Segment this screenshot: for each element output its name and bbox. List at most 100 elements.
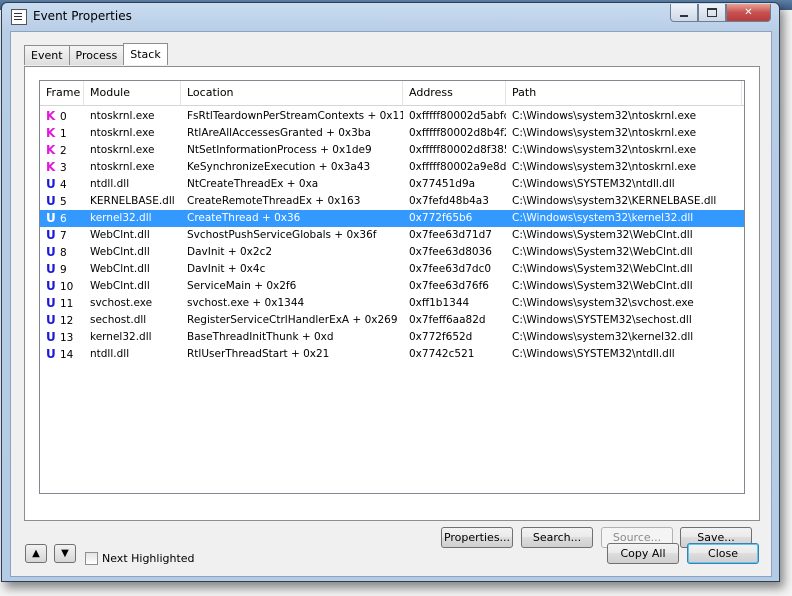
frame-number: 0: [60, 111, 67, 123]
path-cell: C:\Windows\System32\WebClnt.dll: [512, 263, 693, 275]
table-row[interactable]: U 5 KERNELBASE.dll CreateRemoteThreadEx + 0…: [40, 193, 744, 210]
user-frame-icon: U: [46, 347, 56, 361]
kernel-frame-icon: K: [46, 109, 56, 123]
frame-number: 14: [60, 349, 74, 361]
table-row[interactable]: K 1 ntoskrnl.exe RtlAreAllAccessesGranted +…: [40, 125, 744, 142]
properties-button[interactable]: Properties...: [441, 527, 513, 548]
table-row[interactable]: U 14 ntdll.dll RtlUserThreadStart + 0x21 0x7…: [40, 346, 744, 363]
address-cell: 0xfffff80002d5abfd: [409, 110, 506, 122]
module-cell: kernel32.dll: [90, 212, 152, 224]
module-cell: ntdll.dll: [90, 178, 130, 190]
address-cell: 0x7fee63d71d7: [409, 229, 492, 241]
module-cell: WebClnt.dll: [90, 229, 150, 241]
frame-number: 7: [60, 230, 67, 242]
arrow-down-icon: ▼: [61, 548, 69, 559]
location-cell: CreateThread + 0x36: [187, 212, 301, 224]
search-button[interactable]: Search...: [521, 527, 593, 548]
tab-event[interactable]: Event: [24, 45, 70, 65]
module-cell: ntoskrnl.exe: [90, 110, 155, 122]
address-cell: 0x7fefd48b4a3: [409, 195, 489, 207]
table-row[interactable]: K 2 ntoskrnl.exe NtSetInformationProcess + …: [40, 142, 744, 159]
module-cell: svchost.exe: [90, 297, 153, 309]
frame-cell: U 14: [40, 346, 84, 363]
close-window-button[interactable]: ✕: [726, 4, 771, 22]
frame-cell: K1: [40, 125, 84, 142]
maximize-icon: [707, 8, 717, 17]
kernel-frame-icon: K: [46, 143, 56, 157]
table-row[interactable]: U 6 kernel32.dll CreateThread + 0x36 0x772f6…: [40, 210, 744, 227]
table-row[interactable]: K 3 ntoskrnl.exe KeSynchronizeExecution + 0…: [40, 159, 744, 176]
frame-cell: U4: [40, 176, 84, 193]
user-frame-icon: U: [46, 228, 56, 242]
path-cell: C:\Windows\SYSTEM32\ntdll.dll: [512, 178, 675, 190]
column-header-path[interactable]: Path: [506, 81, 742, 105]
location-cell: svchost.exe + 0x1344: [187, 297, 305, 309]
frame-number: 3: [60, 162, 67, 174]
checkbox-box[interactable]: [85, 552, 98, 565]
maximize-button[interactable]: [698, 4, 726, 22]
stack-list-header: Frame Module Location Address Path: [40, 81, 744, 106]
tab-stack[interactable]: Stack: [123, 43, 168, 65]
frame-number: 2: [60, 145, 67, 157]
column-header-location[interactable]: Location: [181, 81, 403, 105]
frame-number: 6: [60, 213, 67, 225]
frame-cell: U6: [40, 210, 84, 227]
user-frame-icon: U: [46, 245, 56, 259]
path-cell: C:\Windows\system32\KERNELBASE.dll: [512, 195, 717, 207]
path-cell: C:\Windows\SYSTEM32\sechost.dll: [512, 314, 692, 326]
arrow-up-icon: ▲: [32, 548, 40, 559]
table-row[interactable]: K 0 ntoskrnl.exe FsRtlTeardownPerStreamCont…: [40, 108, 744, 125]
close-button[interactable]: Close: [687, 543, 759, 564]
table-row[interactable]: U 7 WebClnt.dll SvchostPushServiceGlobals +…: [40, 227, 744, 244]
frame-cell: U 13: [40, 329, 84, 346]
location-cell: RegisterServiceCtrlHandlerExA + 0x269: [187, 314, 398, 326]
table-row[interactable]: U 11 svchost.exe svchost.exe + 0x1344 0xff1b…: [40, 295, 744, 312]
module-cell: WebClnt.dll: [90, 280, 150, 292]
close-icon: ✕: [744, 7, 753, 18]
copy-all-button[interactable]: Copy All: [607, 543, 679, 564]
table-row[interactable]: U 10 WebClnt.dll ServiceMain + 0x2f6 0x7fee6…: [40, 278, 744, 295]
table-row[interactable]: U 4 ntdll.dll NtCreateThreadEx + 0xa 0x77451…: [40, 176, 744, 193]
kernel-frame-icon: K: [46, 160, 56, 174]
module-cell: ntdll.dll: [90, 348, 130, 360]
user-frame-icon: U: [46, 262, 56, 276]
address-cell: 0xff1b1344: [409, 297, 470, 309]
address-cell: 0x7feff6aa82d: [409, 314, 486, 326]
title-bar[interactable]: Event Properties ✕: [2, 3, 779, 29]
frame-number: 5: [60, 196, 67, 208]
frame-cell: U8: [40, 244, 84, 261]
column-header-frame[interactable]: Frame: [40, 81, 84, 105]
frame-number: 10: [60, 281, 74, 293]
location-cell: ServiceMain + 0x2f6: [187, 280, 297, 292]
minimize-icon: [680, 14, 688, 17]
document-icon: [11, 9, 27, 25]
location-cell: NtCreateThreadEx + 0xa: [187, 178, 319, 190]
table-row[interactable]: U 9 WebClnt.dll DavInit + 0x4c 0x7fee63d7dc0…: [40, 261, 744, 278]
table-row[interactable]: U 12 sechost.dll RegisterServiceCtrlHandler…: [40, 312, 744, 329]
path-cell: C:\Windows\system32\kernel32.dll: [512, 212, 694, 224]
path-cell: C:\Windows\System32\WebClnt.dll: [512, 246, 693, 258]
column-header-module[interactable]: Module: [84, 81, 181, 105]
path-cell: C:\Windows\System32\WebClnt.dll: [512, 229, 693, 241]
user-frame-icon: U: [46, 296, 56, 310]
frame-cell: U 10: [40, 278, 84, 295]
module-cell: WebClnt.dll: [90, 246, 150, 258]
minimize-button[interactable]: [670, 4, 698, 22]
stack-tab-pane: Frame Module Location Address Path K 0 nto…: [24, 66, 760, 548]
module-cell: ntoskrnl.exe: [90, 161, 155, 173]
frame-cell: U5: [40, 193, 84, 210]
next-highlighted-checkbox[interactable]: Next Highlighted: [85, 552, 195, 565]
frame-number: 1: [60, 128, 67, 140]
tab-process[interactable]: Process: [68, 45, 125, 65]
table-row[interactable]: U 13 kernel32.dll BaseThreadInitThunk + 0xd…: [40, 329, 744, 346]
location-cell: DavInit + 0x4c: [187, 263, 266, 275]
move-down-button[interactable]: ▼: [54, 544, 76, 563]
stack-list[interactable]: Frame Module Location Address Path K 0 nto…: [39, 80, 745, 494]
address-cell: 0x772f65b6: [409, 212, 473, 224]
move-up-button[interactable]: ▲: [25, 544, 47, 563]
address-cell: 0x7742c521: [409, 348, 475, 360]
path-cell: C:\Windows\system32\kernel32.dll: [512, 331, 694, 343]
next-highlighted-label: Next Highlighted: [102, 552, 195, 565]
table-row[interactable]: U 8 WebClnt.dll DavInit + 0x2c2 0x7fee63d803…: [40, 244, 744, 261]
column-header-address[interactable]: Address: [403, 81, 506, 105]
